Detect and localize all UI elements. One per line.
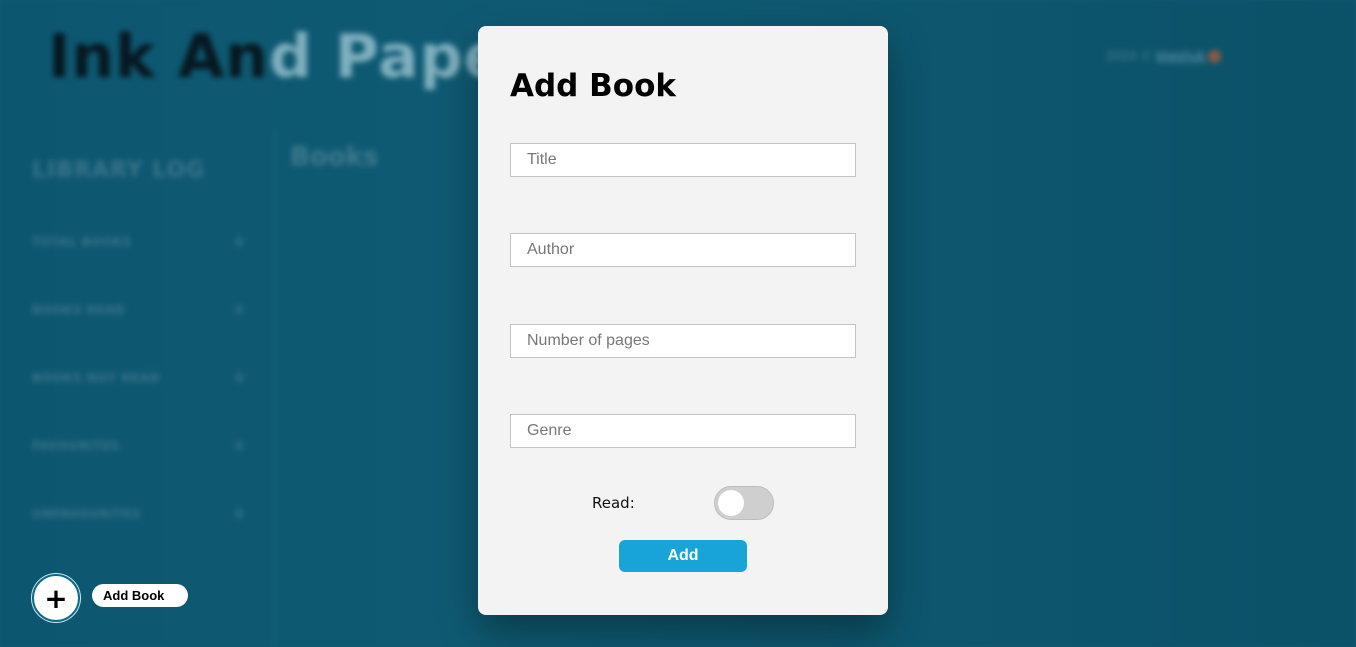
github-icon [1208,50,1222,63]
add-book-fab[interactable]: + [32,574,80,622]
stat-value: 0 [235,371,244,385]
stat-value: 0 [235,235,244,249]
add-book-fab-label[interactable]: Add Book [92,584,188,607]
credit-text: 2024 © [1106,49,1153,63]
toggle-knob [718,490,744,516]
stat-favourites: FAVOURITES 0 [32,439,244,453]
add-button[interactable]: Add [619,540,747,572]
sidebar: LIBRARY LOG TOTAL BOOKS 0 BOOKS READ 0 B… [0,130,276,647]
stat-label: TOTAL BOOKS [32,235,132,249]
read-label: Read: [592,494,635,512]
books-heading: Books [290,142,379,172]
footer-credit: 2024 © kkeshuk [1106,49,1222,63]
author-input[interactable] [510,233,856,267]
pages-input[interactable] [510,324,856,358]
sidebar-heading: LIBRARY LOG [32,158,206,183]
stat-label: BOOKS READ [32,303,126,317]
app-title-dark: Ink An [48,22,269,92]
stat-label: UNFAVOURITES [32,507,141,521]
stat-value: 0 [235,507,244,521]
stat-total-books: TOTAL BOOKS 0 [32,235,244,249]
stat-label: BOOKS NOT READ [32,371,160,385]
add-book-dialog: Add Book Read: Add [478,26,888,615]
stat-label: FAVOURITES [32,439,121,453]
app-title: Ink And Paper [48,22,536,92]
credit-link[interactable]: kkeshuk [1156,49,1205,63]
dialog-title: Add Book [510,68,677,104]
stat-books-not-read: BOOKS NOT READ 0 [32,371,244,385]
stat-books-read: BOOKS READ 0 [32,303,244,317]
genre-input[interactable] [510,414,856,448]
plus-icon: + [44,581,68,615]
stat-unfavourites: UNFAVOURITES 0 [32,507,244,521]
stat-value: 0 [235,439,244,453]
stat-value: 0 [235,303,244,317]
title-input[interactable] [510,143,856,177]
read-toggle[interactable] [714,486,774,520]
